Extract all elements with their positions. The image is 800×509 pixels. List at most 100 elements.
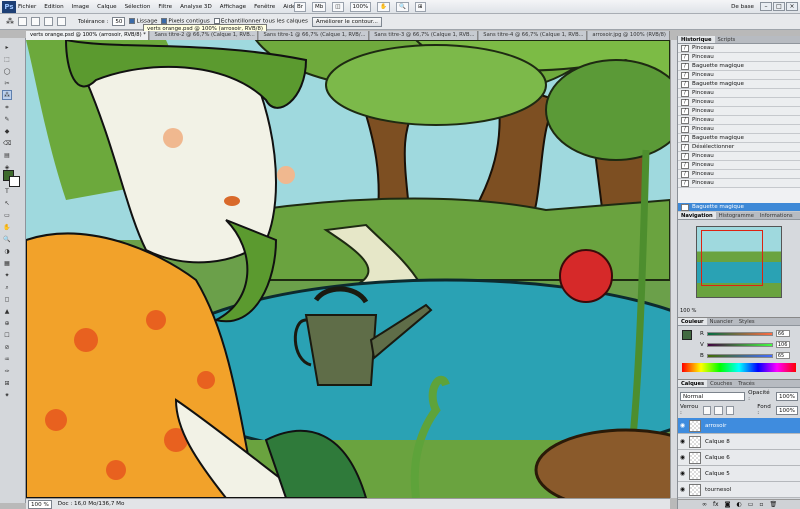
tool-7-icon[interactable]: ◆ (2, 126, 12, 136)
view-extras-button[interactable]: ◫ (332, 2, 344, 12)
hand-tool-icon[interactable]: ✋ (377, 2, 391, 12)
new-group-icon[interactable]: ▭ (748, 501, 754, 508)
tool-12-icon[interactable]: T (2, 186, 12, 196)
status-zoom-field[interactable]: 100 % (28, 499, 52, 509)
arrange-documents-button[interactable]: ⊞ (414, 2, 426, 12)
tool-8-icon[interactable]: ⌫ (2, 138, 12, 148)
layers-tab-0[interactable]: Calques (678, 380, 708, 387)
background-color-swatch[interactable] (9, 176, 20, 187)
tool-1-icon[interactable]: ⬚ (2, 54, 12, 64)
eye-icon[interactable]: ◉ (678, 470, 687, 477)
eye-icon[interactable]: ◉ (678, 486, 687, 493)
layer-row[interactable]: ◉ Calque 6 (678, 450, 800, 466)
history-item[interactable]: / Pinceau (678, 53, 800, 62)
menu-3[interactable]: Calque (97, 0, 116, 14)
tool-28-icon[interactable]: ⊞ (2, 378, 12, 388)
document-tab-1[interactable]: Sans titre-2 @ 66,7% (Calque 1, RVB... (150, 31, 259, 40)
menu-0[interactable]: Fichier (18, 0, 36, 14)
navigator-zoom[interactable]: 100 % (680, 308, 696, 314)
history-item[interactable]: / Pinceau (678, 161, 800, 170)
tool-4-icon[interactable]: ⁂ (2, 90, 12, 100)
tool-2-icon[interactable]: ◯ (2, 66, 12, 76)
history-item[interactable]: / Pinceau (678, 152, 800, 161)
link-layers-icon[interactable]: ∞ (702, 501, 707, 508)
channel-value[interactable]: 66 (775, 330, 790, 337)
navigator-viewbox[interactable] (701, 230, 763, 286)
menu-8[interactable]: Fenêtre (254, 0, 275, 14)
history-item[interactable]: / Pinceau (678, 98, 800, 107)
channel-slider[interactable] (706, 331, 773, 336)
navigator-tab-2[interactable]: Informations (757, 212, 796, 219)
eye-icon[interactable]: ◉ (678, 438, 687, 445)
layers-tab-2[interactable]: Tracés (735, 380, 757, 387)
tool-15-icon[interactable]: ✋ (2, 222, 12, 232)
history-tab-0[interactable]: Historique (678, 36, 715, 43)
tool-26-icon[interactable]: ♒ (2, 354, 12, 364)
tool-27-icon[interactable]: ✑ (2, 366, 12, 376)
color-tab-2[interactable]: Styles (736, 318, 758, 325)
workspace-switcher[interactable]: De base (731, 0, 754, 14)
document-tab-5[interactable]: arrosoir.jpg @ 100% (RVB/8) (588, 31, 670, 40)
history-item[interactable]: / Pinceau (678, 179, 800, 188)
tool-0-icon[interactable]: ▸ (2, 42, 12, 52)
intersect-selection-mode[interactable] (57, 17, 66, 26)
document-tab-3[interactable]: Sans titre-3 @ 66,7% (Calque 1, RVB... (370, 31, 479, 40)
document-tab-4[interactable]: Sans titre-4 @ 66,7% (Calque 1, RVB... (479, 31, 588, 40)
layer-row[interactable]: ◉ tournesol (678, 482, 800, 498)
bridge-button[interactable]: Br (294, 2, 307, 12)
adjustment-layer-icon[interactable]: ◐ (736, 501, 741, 508)
channel-value[interactable]: 106 (775, 341, 790, 348)
delete-layer-icon[interactable]: 🗑 (769, 501, 777, 508)
opacity-field[interactable]: 100% (776, 391, 798, 401)
document-canvas[interactable] (26, 40, 670, 498)
document-tab-0[interactable]: verts orange.psd @ 100% (arrosoir, RVB/8… (26, 31, 150, 40)
layer-style-icon[interactable]: fx (713, 501, 719, 508)
tool-25-icon[interactable]: ⊘ (2, 342, 12, 352)
color-spectrum[interactable] (682, 363, 796, 372)
vertical-scrollbar[interactable] (670, 40, 677, 498)
tool-22-icon[interactable]: ▲ (2, 306, 12, 316)
tool-3-icon[interactable]: ✂ (2, 78, 12, 88)
history-item[interactable]: / Baguette magique (678, 62, 800, 71)
menu-2[interactable]: Image (72, 0, 90, 14)
subtract-selection-mode[interactable] (44, 17, 53, 26)
menu-6[interactable]: Analyse 3D (180, 0, 212, 14)
history-item[interactable]: / Pinceau (678, 107, 800, 116)
channel-slider[interactable] (706, 353, 773, 358)
history-item-selected[interactable]: ✦ Baguette magique (678, 203, 800, 212)
tool-16-icon[interactable]: 🔍 (2, 234, 12, 244)
tool-18-icon[interactable]: ▦ (2, 258, 12, 268)
color-fg-swatch[interactable] (682, 330, 692, 340)
channel-slider[interactable] (706, 342, 773, 347)
zoom-tool-icon[interactable]: 🔍 (396, 2, 409, 12)
magic-wand-icon[interactable]: ⁂ (6, 17, 14, 26)
close-button[interactable]: × (786, 2, 798, 11)
navigator-tab-0[interactable]: Navigation (678, 212, 716, 219)
layer-row[interactable]: ◉ Calque 8 (678, 434, 800, 450)
tool-6-icon[interactable]: ✎ (2, 114, 12, 124)
tool-19-icon[interactable]: ✦ (2, 270, 12, 280)
fill-field[interactable]: 100% (775, 405, 798, 415)
history-item[interactable]: / Pinceau (678, 89, 800, 98)
history-item[interactable]: / Désélectionner (678, 143, 800, 152)
tool-17-icon[interactable]: ◑ (2, 246, 12, 256)
new-selection-mode[interactable] (18, 17, 27, 26)
tool-13-icon[interactable]: ↖ (2, 198, 12, 208)
layer-row[interactable]: ◉ arrosoir (678, 418, 800, 434)
layer-mask-icon[interactable]: ◙ (725, 501, 731, 508)
blend-mode-select[interactable]: Normal (680, 391, 746, 401)
lock-position-icon[interactable] (725, 405, 735, 415)
tolerance-input[interactable]: 50 (112, 17, 126, 26)
tool-14-icon[interactable]: ▭ (2, 210, 12, 220)
color-tab-0[interactable]: Couleur (678, 318, 707, 325)
color-tab-1[interactable]: Nuancier (707, 318, 736, 325)
add-selection-mode[interactable] (31, 17, 40, 26)
history-item[interactable]: / Pinceau (678, 116, 800, 125)
history-item[interactable]: / Pinceau (678, 44, 800, 53)
new-layer-icon[interactable]: ▫ (759, 501, 763, 508)
tool-21-icon[interactable]: ◻ (2, 294, 12, 304)
layers-tab-1[interactable]: Couches (707, 380, 735, 387)
tool-9-icon[interactable]: ▤ (2, 150, 12, 160)
history-item[interactable]: / Baguette magique (678, 134, 800, 143)
refine-edge-button[interactable]: Améliorer le contour... (311, 16, 382, 27)
